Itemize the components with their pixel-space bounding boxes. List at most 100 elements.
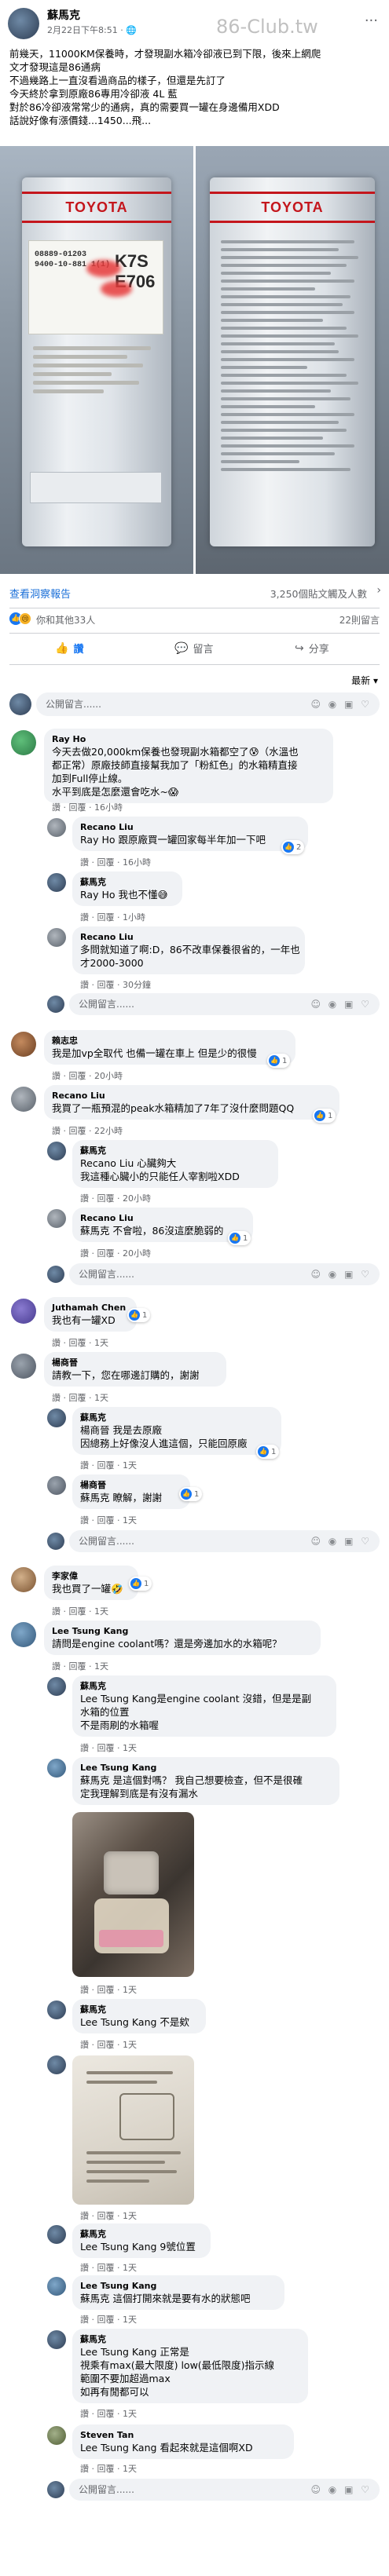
comment-author[interactable]: Recano Liu <box>52 1090 332 1102</box>
avatar[interactable] <box>11 1087 36 1112</box>
comment-author[interactable]: Lee Tsung Kang <box>52 1625 313 1637</box>
avatar[interactable] <box>47 2426 66 2445</box>
comment-meta[interactable]: 讚 · 回覆 · 1天 <box>80 1741 137 1754</box>
comment-author[interactable]: 蘇馬克 <box>80 2228 203 2240</box>
photo-coolant-back[interactable]: TOYOTA <box>196 146 389 574</box>
post-time[interactable]: 2月22日下午8:51 · 🌐 <box>47 24 137 36</box>
comment-author[interactable]: Recano Liu <box>80 821 300 833</box>
comment-author[interactable]: 楊商晉 <box>52 1357 218 1368</box>
avatar[interactable] <box>47 928 66 947</box>
chevron-right-icon[interactable]: › <box>376 584 381 597</box>
comment-photo-engine-bay[interactable] <box>72 1812 194 1977</box>
emoji-camera-gif-icons[interactable]: ☺ ◉ ▣ ♡ <box>310 1530 372 1552</box>
comment-meta[interactable]: 讚 · 回覆 · 30分鐘 <box>80 978 151 991</box>
comment-author[interactable]: Juthamah Chen <box>52 1302 129 1314</box>
comment-author[interactable]: 蘇馬克 <box>80 1680 328 1692</box>
avatar[interactable] <box>47 1209 66 1228</box>
comment-like-badge[interactable]: 👍 1 <box>267 1054 291 1068</box>
avatar[interactable] <box>47 1759 66 1778</box>
avatar[interactable] <box>47 1409 66 1427</box>
reach-stat[interactable]: 3,250個貼文觸及人數 <box>270 586 367 601</box>
comment-meta[interactable]: 讚 · 回覆 · 16小時 <box>52 801 123 813</box>
comment-author[interactable]: Lee Tsung Kang <box>80 2280 277 2292</box>
comment-author[interactable]: 蘇馬克 <box>80 2333 300 2345</box>
comment-meta[interactable]: 讚 · 回覆 · 1天 <box>52 1391 108 1404</box>
avatar[interactable] <box>11 1622 36 1647</box>
comment-meta[interactable]: 讚 · 回覆 · 1天 <box>52 1336 108 1349</box>
more-options-icon[interactable]: ··· <box>365 13 378 29</box>
comment-author[interactable]: 蘇馬克 <box>80 1145 270 1156</box>
comment-meta[interactable]: 讚 · 回覆 · 1天 <box>80 2462 137 2475</box>
avatar[interactable] <box>47 2330 66 2349</box>
avatar[interactable] <box>47 2277 66 2296</box>
comment-meta[interactable]: 讚 · 回覆 · 1天 <box>80 2261 137 2274</box>
avatar[interactable] <box>47 1142 66 1160</box>
comment-author[interactable]: 蘇馬克 <box>80 2004 198 2015</box>
comment-like-badge[interactable]: 👍 1 <box>256 1445 280 1459</box>
comment-meta[interactable]: 讚 · 回覆 · 1天 <box>52 1660 108 1672</box>
comment-author[interactable]: Recano Liu <box>80 1212 245 1224</box>
reply-input[interactable]: 公開留言...... ☺ ◉ ▣ ♡ <box>69 1263 380 1285</box>
comment-meta[interactable]: 讚 · 回覆 · 1天 <box>80 2313 137 2326</box>
comment-author[interactable]: 李家偉 <box>52 1570 130 1582</box>
comment-author[interactable]: 蘇馬克 <box>80 1412 273 1423</box>
comment-button[interactable]: 💬 留言 <box>174 641 213 656</box>
avatar[interactable] <box>47 1476 66 1495</box>
comment-input[interactable]: 公開留言...... ☺ ◉ ▣ ♡ <box>36 692 380 716</box>
avatar[interactable] <box>47 1677 66 1696</box>
view-insights-link[interactable]: 查看洞察報告 <box>9 586 71 601</box>
comment-meta[interactable]: 讚 · 回覆 · 20小時 <box>80 1247 151 1259</box>
comment-meta[interactable]: 讚 · 回覆 · 1天 <box>52 1605 108 1617</box>
avatar[interactable] <box>47 2055 66 2074</box>
emoji-camera-gif-icons[interactable]: ☺ ◉ ▣ ♡ <box>310 692 372 716</box>
comment-meta[interactable]: 讚 · 回覆 · 20小時 <box>52 1069 123 1082</box>
avatar[interactable] <box>47 2001 66 2019</box>
poster-name[interactable]: 蘇馬克 <box>47 7 80 23</box>
avatar[interactable] <box>47 2225 66 2244</box>
comment-meta[interactable]: 讚 · 回覆 · 22小時 <box>52 1124 123 1137</box>
emoji-camera-gif-icons[interactable]: ☺ ◉ ▣ ♡ <box>310 993 372 1015</box>
share-button[interactable]: ↪ 分享 <box>295 641 329 656</box>
avatar[interactable] <box>11 1354 36 1379</box>
comment-like-badge[interactable]: 👍 1 <box>129 1577 152 1591</box>
comment-author[interactable]: Recano Liu <box>80 931 297 943</box>
emoji-camera-gif-icons[interactable]: ☺ ◉ ▣ ♡ <box>310 2479 372 2501</box>
comment-meta[interactable]: 讚 · 回覆 · 1天 <box>80 1514 137 1526</box>
comment-meta[interactable]: 讚 · 回覆 · 1天 <box>80 2038 137 2051</box>
comment-author[interactable]: Lee Tsung Kang <box>80 1762 332 1774</box>
comment-author[interactable]: Steven Tan <box>80 2429 286 2441</box>
emoji-camera-gif-icons[interactable]: ☺ ◉ ▣ ♡ <box>310 1263 372 1285</box>
comment-like-badge[interactable]: 👍 2 <box>281 840 305 854</box>
comment-like-badge[interactable]: 👍 1 <box>127 1308 151 1322</box>
comment-author[interactable]: Ray Ho <box>52 733 325 745</box>
comment-meta[interactable]: 讚 · 回覆 · 1小時 <box>80 911 145 923</box>
comment-count[interactable]: 22則留言 <box>339 613 380 627</box>
avatar[interactable] <box>47 818 66 837</box>
reply-input[interactable]: 公開留言...... ☺ ◉ ▣ ♡ <box>69 1530 380 1552</box>
comment-like-badge[interactable]: 👍 1 <box>313 1109 336 1123</box>
post-time-text[interactable]: 2月22日下午8:51 · <box>47 25 126 35</box>
avatar[interactable] <box>11 1032 36 1057</box>
reply-input[interactable]: 公開留言...... ☺ ◉ ▣ ♡ <box>69 993 380 1015</box>
comment-photo-manual[interactable] <box>72 2055 194 2205</box>
photo-coolant-front[interactable]: TOYOTA 08889-01203 9400-10-881 1(1) K7S … <box>0 146 193 574</box>
comment-meta[interactable]: 讚 · 回覆 · 1天 <box>80 1983 137 1996</box>
comment-author[interactable]: 賴志忠 <box>52 1035 288 1047</box>
comment-author[interactable]: 蘇馬克 <box>80 876 174 888</box>
comment-meta[interactable]: 讚 · 回覆 · 16小時 <box>80 856 151 868</box>
comment-like-badge[interactable]: 👍 1 <box>228 1231 251 1245</box>
avatar[interactable] <box>11 1567 36 1592</box>
comment-like-badge[interactable]: 👍 1 <box>179 1487 203 1501</box>
comment-meta[interactable]: 讚 · 回覆 · 1天 <box>80 2407 137 2420</box>
avatar[interactable] <box>8 8 39 39</box>
comment-sort-dropdown[interactable]: 最新 ▾ <box>351 674 378 687</box>
comment-meta[interactable]: 讚 · 回覆 · 1天 <box>80 2209 137 2222</box>
reply-input[interactable]: 公開留言...... ☺ ◉ ▣ ♡ <box>69 2479 380 2501</box>
comment-author[interactable]: 楊商晉 <box>80 1479 182 1491</box>
comment-meta[interactable]: 讚 · 回覆 · 20小時 <box>80 1192 151 1204</box>
avatar[interactable] <box>11 1299 36 1324</box>
like-button[interactable]: 👍 讚 <box>55 641 83 656</box>
avatar[interactable] <box>47 873 66 892</box>
comment-meta[interactable]: 讚 · 回覆 · 1天 <box>80 1459 137 1471</box>
reaction-summary[interactable]: 你和其他33人 <box>36 613 95 627</box>
